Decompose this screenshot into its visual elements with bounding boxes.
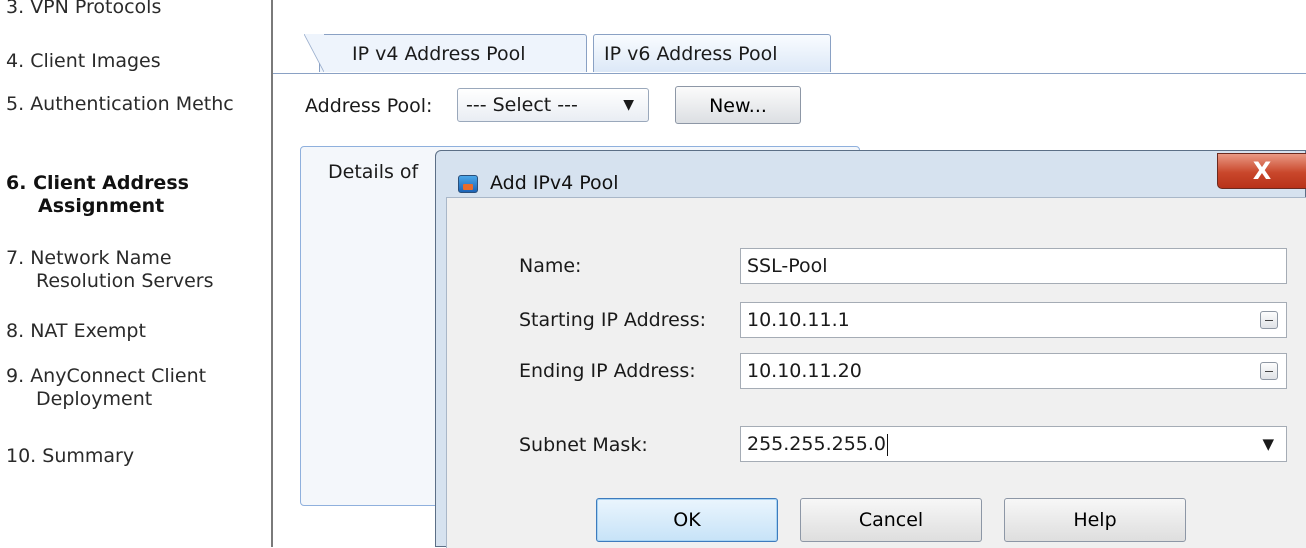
step-label: NAT Exempt xyxy=(30,320,146,342)
wizard-step[interactable]: 10. Summary xyxy=(6,445,134,468)
step-label: Network Name xyxy=(30,247,172,269)
wizard-step[interactable]: 4. Client Images xyxy=(6,50,161,73)
address-pool-label: Address Pool: xyxy=(305,95,433,117)
starting-ip-field[interactable]: 10.10.11.1 xyxy=(740,302,1287,338)
step-label-continued: Resolution Servers xyxy=(36,270,214,292)
help-button[interactable]: Help xyxy=(1004,498,1186,542)
ellipsis-browse-icon[interactable] xyxy=(1260,311,1278,329)
step-number: 9. xyxy=(6,365,25,387)
step-number: 3. xyxy=(6,0,25,18)
wizard-step[interactable]: 9. AnyConnect Client Deployment xyxy=(6,365,206,411)
subnet-mask-value: 255.255.255.0 xyxy=(747,433,887,455)
wizard-step-list: 3. VPN Protocols 4. Client Images 5. Aut… xyxy=(0,0,270,547)
tab-divider xyxy=(273,73,1306,74)
tab-ipv6-address-pool[interactable]: IP v6 Address Pool xyxy=(593,34,831,72)
address-pool-select[interactable]: --- Select --- ▼ xyxy=(457,88,649,122)
ending-ip-label: Ending IP Address: xyxy=(519,360,696,382)
cancel-button[interactable]: Cancel xyxy=(800,498,982,542)
step-label: VPN Protocols xyxy=(30,0,162,18)
step-label-continued: Assignment xyxy=(38,195,165,217)
step-number: 10. xyxy=(6,445,37,467)
ending-ip-field[interactable]: 10.10.11.20 xyxy=(740,353,1287,389)
name-label: Name: xyxy=(519,255,582,277)
wizard-step-current[interactable]: 6. Client Address Assignment xyxy=(6,172,189,218)
step-label: Authentication Methc xyxy=(30,93,234,115)
subnet-mask-combo[interactable]: 255.255.255.0 ▼ xyxy=(740,426,1287,462)
name-field[interactable]: SSL-Pool xyxy=(740,248,1287,284)
wizard-step[interactable]: 7. Network Name Resolution Servers xyxy=(6,247,214,293)
subnet-mask-label: Subnet Mask: xyxy=(519,434,648,456)
dialog-titlebar[interactable]: Add IPv4 Pool X xyxy=(436,151,1306,194)
wizard-step[interactable]: 5. Authentication Methc xyxy=(6,93,234,116)
step-label-continued: Deployment xyxy=(36,388,153,410)
ok-button[interactable]: OK xyxy=(596,498,778,542)
close-button[interactable]: X xyxy=(1217,153,1306,189)
step-number: 6. xyxy=(6,172,27,194)
step-number: 5. xyxy=(6,93,25,115)
step-number: 4. xyxy=(6,50,25,72)
step-number: 7. xyxy=(6,247,25,269)
step-label: AnyConnect Client xyxy=(30,365,207,387)
network-pool-icon xyxy=(458,175,478,193)
address-pool-selected-value: --- Select --- xyxy=(466,94,578,116)
pool-details-label: Details of xyxy=(328,161,419,183)
dialog-title: Add IPv4 Pool xyxy=(490,172,619,194)
ellipsis-browse-icon[interactable] xyxy=(1260,362,1278,380)
step-label: Client Images xyxy=(30,50,161,72)
name-value: SSL-Pool xyxy=(747,255,828,277)
step-number: 8. xyxy=(6,320,25,342)
text-cursor xyxy=(887,433,889,456)
close-icon: X xyxy=(1252,157,1272,185)
chevron-down-icon: ▼ xyxy=(623,97,634,113)
wizard-step[interactable]: 8. NAT Exempt xyxy=(6,320,146,343)
dialog-body: Name: SSL-Pool Starting IP Address: 10.1… xyxy=(446,197,1306,548)
ending-ip-value: 10.10.11.20 xyxy=(747,360,862,382)
add-ipv4-pool-dialog: Add IPv4 Pool X Name: SSL-Pool Starting … xyxy=(435,150,1306,548)
starting-ip-label: Starting IP Address: xyxy=(519,309,707,331)
starting-ip-value: 10.10.11.1 xyxy=(747,309,850,331)
new-pool-button[interactable]: New... xyxy=(675,86,801,124)
wizard-step[interactable]: 3. VPN Protocols xyxy=(6,0,161,19)
chevron-down-icon[interactable]: ▼ xyxy=(1262,427,1274,461)
step-label: Client Address xyxy=(33,172,189,194)
step-label: Summary xyxy=(42,445,135,467)
tab-strip: IP v4 Address Pool IP v6 Address Pool xyxy=(303,34,1063,74)
tab-ipv4-address-pool[interactable]: IP v4 Address Pool xyxy=(304,34,587,72)
